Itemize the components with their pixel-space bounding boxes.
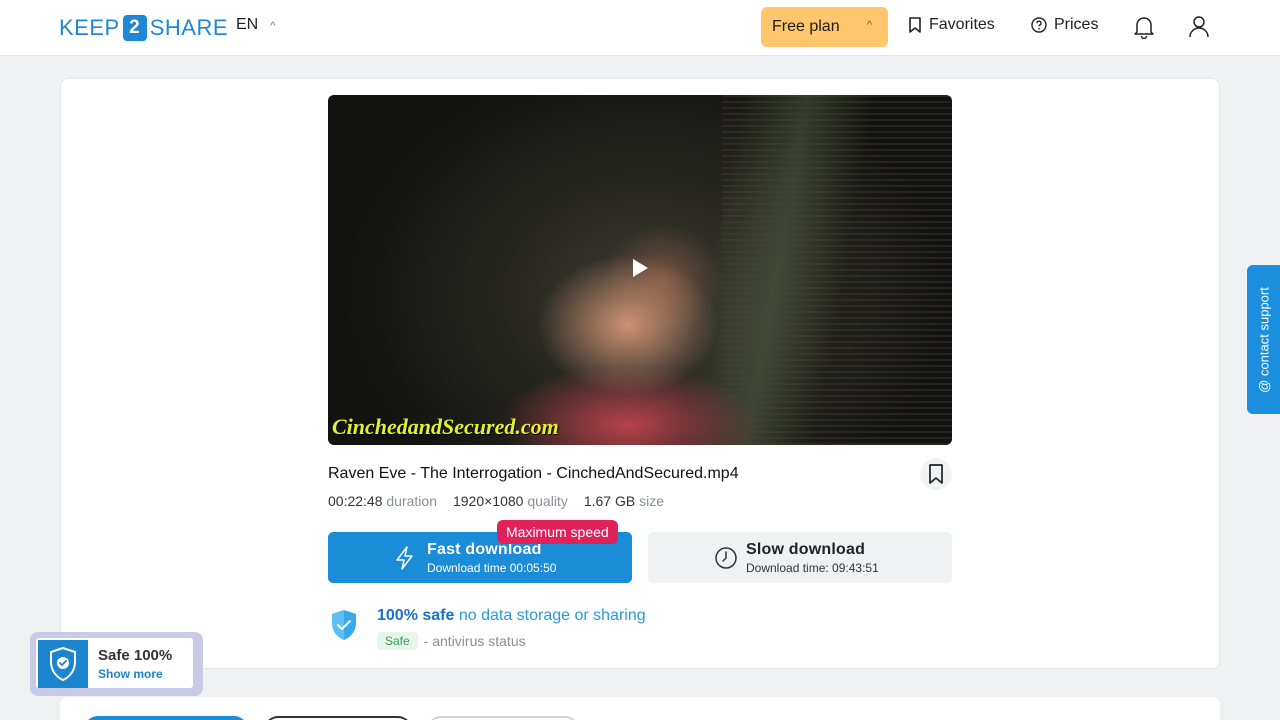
bookmark-icon [909, 17, 921, 33]
safe-badge-popup[interactable]: Safe 100% Show more [30, 632, 203, 696]
bookmark-icon [929, 464, 943, 484]
video-preview[interactable]: CinchedandSecured.com [328, 95, 952, 445]
shield-check-icon [50, 646, 76, 682]
tab-tertiary[interactable] [427, 716, 579, 720]
language-label: EN [236, 16, 259, 33]
shield-badge [38, 640, 88, 688]
file-meta: 00:22:48 duration 1920×1080 quality 1.67… [328, 493, 664, 509]
play-icon[interactable] [633, 259, 648, 277]
favorites-link[interactable]: Favorites [908, 16, 995, 34]
video-background [722, 95, 952, 445]
chevron-up-icon: ^ [866, 19, 872, 31]
keep2share-logo[interactable]: KEEP 2 SHARE [59, 14, 228, 42]
file-title: Raven Eve - The Interrogation - CinchedA… [328, 465, 739, 482]
favorites-label: Favorites [929, 16, 995, 33]
slow-download-button[interactable]: Slow download Download time: 09:43:51 [648, 532, 952, 583]
bell-icon [1134, 17, 1154, 39]
notifications-button[interactable] [1131, 14, 1157, 40]
antivirus-status-label: - antivirus status [423, 633, 526, 649]
file-duration: 00:22:48 duration [328, 493, 437, 509]
header: KEEP 2 SHARE EN ^ Free plan ^ Favorites … [0, 0, 1280, 56]
language-selector[interactable]: EN ^ [236, 16, 275, 34]
shield-check-icon [332, 610, 356, 640]
logo-mark: 2 [122, 15, 147, 41]
slow-download-label: Slow download [746, 541, 866, 558]
tab-secondary[interactable] [264, 716, 412, 720]
prices-label: Prices [1054, 16, 1099, 33]
slow-download-time: Download time: 09:43:51 [746, 561, 879, 575]
safe-badge-content: Safe 100% Show more [36, 638, 193, 688]
contact-support-tab[interactable]: @ contact support [1247, 265, 1280, 414]
safe-statement: 100% safe no data storage or sharing [377, 607, 646, 624]
prices-link[interactable]: Prices [1031, 16, 1098, 34]
free-plan-button[interactable]: Free plan ^ [761, 7, 888, 47]
lightning-icon [396, 546, 413, 570]
account-button[interactable] [1186, 14, 1212, 40]
safe-pill: Safe [377, 632, 418, 650]
file-quality: 1920×1080 quality [452, 493, 568, 509]
help-circle-icon [1031, 17, 1047, 33]
video-watermark: CinchedandSecured.com [332, 414, 559, 439]
free-plan-label: Free plan [772, 18, 840, 35]
add-to-favorites-button[interactable] [920, 458, 952, 490]
maximum-speed-badge: Maximum speed [497, 520, 618, 544]
antivirus-status: Safe - antivirus status [377, 632, 526, 650]
clock-icon [715, 547, 737, 569]
logo-text-left: KEEP [59, 15, 120, 40]
contact-support-label: @ contact support [1256, 286, 1271, 393]
logo-text-right: SHARE [149, 15, 228, 40]
tab-primary[interactable] [84, 716, 248, 720]
chevron-up-icon: ^ [270, 20, 276, 32]
file-size: 1.67 GB size [583, 493, 664, 509]
show-more-link[interactable]: Show more [98, 667, 163, 681]
user-icon [1189, 16, 1209, 38]
fast-download-time: Download time 00:05:50 [427, 561, 557, 575]
safe-badge-title: Safe 100% [98, 647, 173, 664]
